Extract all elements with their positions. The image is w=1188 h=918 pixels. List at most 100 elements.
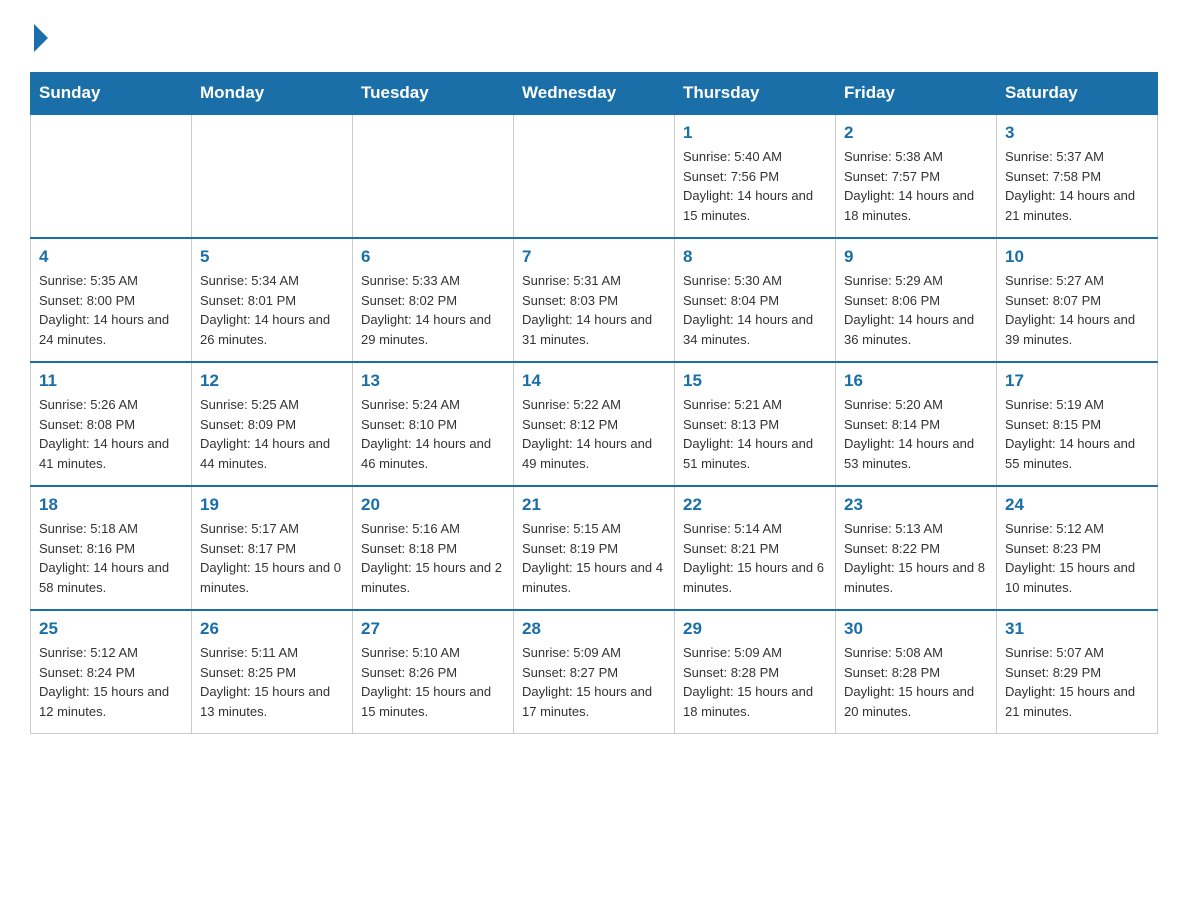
logo xyxy=(30,20,48,52)
week-row-5: 25 Sunrise: 5:12 AM Sunset: 8:24 PM Dayli… xyxy=(31,610,1158,734)
calendar-cell: 11 Sunrise: 5:26 AM Sunset: 8:08 PM Dayli… xyxy=(31,362,192,486)
day-info: Sunrise: 5:31 AM Sunset: 8:03 PM Dayligh… xyxy=(522,271,666,349)
weekday-header-monday: Monday xyxy=(192,73,353,115)
calendar-cell: 10Sunrise: 5:27 AM Sunset: 8:07 PM Dayli… xyxy=(997,238,1158,362)
calendar-cell: 12 Sunrise: 5:25 AM Sunset: 8:09 PM Dayli… xyxy=(192,362,353,486)
calendar-cell: 4 Sunrise: 5:35 AM Sunset: 8:00 PM Daylig… xyxy=(31,238,192,362)
day-number: 29 xyxy=(683,619,827,639)
day-number: 30 xyxy=(844,619,988,639)
weekday-header-row: SundayMondayTuesdayWednesdayThursdayFrid… xyxy=(31,73,1158,115)
day-number: 16 xyxy=(844,371,988,391)
calendar-cell: 18 Sunrise: 5:18 AM Sunset: 8:16 PM Dayli… xyxy=(31,486,192,610)
day-info: Sunrise: 5:15 AM Sunset: 8:19 PM Dayligh… xyxy=(522,519,666,597)
day-number: 31 xyxy=(1005,619,1149,639)
day-number: 19 xyxy=(200,495,344,515)
day-number: 13 xyxy=(361,371,505,391)
day-number: 2 xyxy=(844,123,988,143)
calendar-cell: 14 Sunrise: 5:22 AM Sunset: 8:12 PM Dayli… xyxy=(514,362,675,486)
calendar-cell xyxy=(192,114,353,238)
weekday-header-saturday: Saturday xyxy=(997,73,1158,115)
calendar-cell: 6Sunrise: 5:33 AM Sunset: 8:02 PM Daylig… xyxy=(353,238,514,362)
week-row-2: 4 Sunrise: 5:35 AM Sunset: 8:00 PM Daylig… xyxy=(31,238,1158,362)
day-info: Sunrise: 5:19 AM Sunset: 8:15 PM Dayligh… xyxy=(1005,395,1149,473)
calendar-cell: 22 Sunrise: 5:14 AM Sunset: 8:21 PM Dayli… xyxy=(675,486,836,610)
day-info: Sunrise: 5:35 AM Sunset: 8:00 PM Dayligh… xyxy=(39,271,183,349)
calendar-cell: 13 Sunrise: 5:24 AM Sunset: 8:10 PM Dayli… xyxy=(353,362,514,486)
day-info: Sunrise: 5:27 AM Sunset: 8:07 PM Dayligh… xyxy=(1005,271,1149,349)
day-number: 27 xyxy=(361,619,505,639)
day-number: 22 xyxy=(683,495,827,515)
calendar-cell: 25 Sunrise: 5:12 AM Sunset: 8:24 PM Dayli… xyxy=(31,610,192,734)
day-info: Sunrise: 5:26 AM Sunset: 8:08 PM Dayligh… xyxy=(39,395,183,473)
day-number: 5 xyxy=(200,247,344,267)
day-info: Sunrise: 5:29 AM Sunset: 8:06 PM Dayligh… xyxy=(844,271,988,349)
day-number: 9 xyxy=(844,247,988,267)
day-info: Sunrise: 5:25 AM Sunset: 8:09 PM Dayligh… xyxy=(200,395,344,473)
calendar-cell: 8 Sunrise: 5:30 AM Sunset: 8:04 PM Daylig… xyxy=(675,238,836,362)
weekday-header-wednesday: Wednesday xyxy=(514,73,675,115)
day-info: Sunrise: 5:13 AM Sunset: 8:22 PM Dayligh… xyxy=(844,519,988,597)
calendar-cell xyxy=(514,114,675,238)
day-number: 3 xyxy=(1005,123,1149,143)
day-number: 25 xyxy=(39,619,183,639)
day-number: 28 xyxy=(522,619,666,639)
day-number: 23 xyxy=(844,495,988,515)
calendar-cell: 2 Sunrise: 5:38 AM Sunset: 7:57 PM Daylig… xyxy=(836,114,997,238)
calendar-cell: 31 Sunrise: 5:07 AM Sunset: 8:29 PM Dayli… xyxy=(997,610,1158,734)
day-info: Sunrise: 5:10 AM Sunset: 8:26 PM Dayligh… xyxy=(361,643,505,721)
calendar-cell xyxy=(31,114,192,238)
day-info: Sunrise: 5:14 AM Sunset: 8:21 PM Dayligh… xyxy=(683,519,827,597)
day-number: 12 xyxy=(200,371,344,391)
day-number: 18 xyxy=(39,495,183,515)
day-info: Sunrise: 5:22 AM Sunset: 8:12 PM Dayligh… xyxy=(522,395,666,473)
calendar-cell: 23 Sunrise: 5:13 AM Sunset: 8:22 PM Dayli… xyxy=(836,486,997,610)
page-header xyxy=(30,20,1158,52)
day-number: 4 xyxy=(39,247,183,267)
calendar-cell: 30 Sunrise: 5:08 AM Sunset: 8:28 PM Dayli… xyxy=(836,610,997,734)
day-number: 14 xyxy=(522,371,666,391)
day-info: Sunrise: 5:18 AM Sunset: 8:16 PM Dayligh… xyxy=(39,519,183,597)
day-info: Sunrise: 5:08 AM Sunset: 8:28 PM Dayligh… xyxy=(844,643,988,721)
calendar-table: SundayMondayTuesdayWednesdayThursdayFrid… xyxy=(30,72,1158,734)
day-number: 1 xyxy=(683,123,827,143)
day-info: Sunrise: 5:37 AM Sunset: 7:58 PM Dayligh… xyxy=(1005,147,1149,225)
calendar-cell xyxy=(353,114,514,238)
day-info: Sunrise: 5:24 AM Sunset: 8:10 PM Dayligh… xyxy=(361,395,505,473)
calendar-cell: 1Sunrise: 5:40 AM Sunset: 7:56 PM Daylig… xyxy=(675,114,836,238)
calendar-cell: 9 Sunrise: 5:29 AM Sunset: 8:06 PM Daylig… xyxy=(836,238,997,362)
week-row-3: 11 Sunrise: 5:26 AM Sunset: 8:08 PM Dayli… xyxy=(31,362,1158,486)
day-info: Sunrise: 5:09 AM Sunset: 8:27 PM Dayligh… xyxy=(522,643,666,721)
calendar-cell: 19Sunrise: 5:17 AM Sunset: 8:17 PM Dayli… xyxy=(192,486,353,610)
day-number: 24 xyxy=(1005,495,1149,515)
day-info: Sunrise: 5:34 AM Sunset: 8:01 PM Dayligh… xyxy=(200,271,344,349)
day-info: Sunrise: 5:21 AM Sunset: 8:13 PM Dayligh… xyxy=(683,395,827,473)
week-row-4: 18 Sunrise: 5:18 AM Sunset: 8:16 PM Dayli… xyxy=(31,486,1158,610)
calendar-cell: 26Sunrise: 5:11 AM Sunset: 8:25 PM Dayli… xyxy=(192,610,353,734)
calendar-cell: 28 Sunrise: 5:09 AM Sunset: 8:27 PM Dayli… xyxy=(514,610,675,734)
day-info: Sunrise: 5:09 AM Sunset: 8:28 PM Dayligh… xyxy=(683,643,827,721)
day-info: Sunrise: 5:38 AM Sunset: 7:57 PM Dayligh… xyxy=(844,147,988,225)
day-info: Sunrise: 5:07 AM Sunset: 8:29 PM Dayligh… xyxy=(1005,643,1149,721)
calendar-cell: 27 Sunrise: 5:10 AM Sunset: 8:26 PM Dayli… xyxy=(353,610,514,734)
calendar-cell: 5 Sunrise: 5:34 AM Sunset: 8:01 PM Daylig… xyxy=(192,238,353,362)
day-info: Sunrise: 5:12 AM Sunset: 8:23 PM Dayligh… xyxy=(1005,519,1149,597)
calendar-cell: 24 Sunrise: 5:12 AM Sunset: 8:23 PM Dayli… xyxy=(997,486,1158,610)
day-number: 21 xyxy=(522,495,666,515)
day-number: 26 xyxy=(200,619,344,639)
day-info: Sunrise: 5:30 AM Sunset: 8:04 PM Dayligh… xyxy=(683,271,827,349)
week-row-1: 1Sunrise: 5:40 AM Sunset: 7:56 PM Daylig… xyxy=(31,114,1158,238)
calendar-cell: 29 Sunrise: 5:09 AM Sunset: 8:28 PM Dayli… xyxy=(675,610,836,734)
logo-arrow-icon xyxy=(34,24,48,52)
day-info: Sunrise: 5:12 AM Sunset: 8:24 PM Dayligh… xyxy=(39,643,183,721)
calendar-cell: 20Sunrise: 5:16 AM Sunset: 8:18 PM Dayli… xyxy=(353,486,514,610)
day-number: 7 xyxy=(522,247,666,267)
calendar-cell: 3 Sunrise: 5:37 AM Sunset: 7:58 PM Daylig… xyxy=(997,114,1158,238)
day-number: 20 xyxy=(361,495,505,515)
calendar-cell: 21 Sunrise: 5:15 AM Sunset: 8:19 PM Dayli… xyxy=(514,486,675,610)
day-number: 8 xyxy=(683,247,827,267)
day-number: 17 xyxy=(1005,371,1149,391)
calendar-cell: 16Sunrise: 5:20 AM Sunset: 8:14 PM Dayli… xyxy=(836,362,997,486)
calendar-cell: 17 Sunrise: 5:19 AM Sunset: 8:15 PM Dayli… xyxy=(997,362,1158,486)
day-number: 15 xyxy=(683,371,827,391)
day-number: 11 xyxy=(39,371,183,391)
